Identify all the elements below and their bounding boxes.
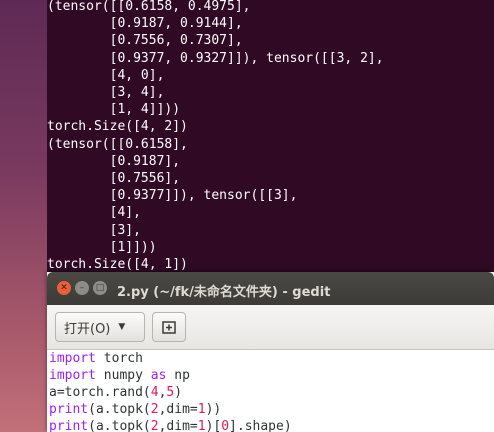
code-line: a=torch.rand(4,5): [49, 385, 182, 401]
terminal-line: (tensor([[0.6158, 0.4975],: [47, 0, 251, 14]
terminal-line: [4, 0],: [47, 67, 165, 83]
title-bar[interactable]: ✕ – □ 2.py (~/fk/未命名文件夹) - gedit: [47, 272, 494, 305]
code-token: import: [49, 351, 96, 366]
code-token: import: [49, 368, 96, 383]
code-token: a=torch.rand(: [49, 385, 151, 400]
code-editor[interactable]: import torch import numpy as np a=torch.ra…: [47, 350, 494, 432]
code-token: 2: [150, 402, 159, 417]
terminal-line: [0.7556],: [47, 171, 181, 186]
code-token: print: [49, 419, 89, 432]
terminal-line: [0.7556, 0.7307],: [47, 33, 243, 49]
code-token: 0: [221, 419, 230, 432]
terminal-line: [3],: [47, 222, 141, 238]
gedit-window: ✕ – □ 2.py (~/fk/未命名文件夹) - gedit 打开(O) ▼…: [47, 272, 494, 432]
terminal-line: [0.9187],: [47, 153, 181, 169]
code-token: 4: [150, 385, 159, 400]
code-token: 2: [150, 419, 159, 432]
code-token: 1: [197, 402, 206, 417]
code-token: torch: [95, 351, 143, 366]
desktop-wallpaper: [0, 0, 47, 432]
open-button-label: 打开(O): [64, 321, 111, 337]
terminal-line: [1, 4]])): [47, 102, 181, 118]
code-token: ,dim=: [158, 402, 198, 417]
terminal-line: [1]])): [47, 239, 157, 255]
code-token: )): [205, 402, 222, 417]
code-token: as: [150, 368, 167, 383]
toolbar: 打开(O) ▼: [47, 305, 494, 350]
terminal-line: torch.Size([4, 2]): [47, 119, 188, 135]
terminal-line: [0.9377]]), tensor([[3],: [47, 188, 298, 204]
code-token: numpy: [95, 368, 151, 383]
code-line: print(a.topk(2,dim=1)): [49, 402, 221, 418]
terminal-line: [3, 4],: [47, 85, 165, 100]
maximize-icon[interactable]: □: [93, 281, 107, 295]
terminal-line: [4],: [47, 205, 141, 221]
terminal-line: (tensor([[0.6158],: [47, 136, 188, 152]
code-token: ): [174, 385, 183, 400]
code-token: (a.topk(: [88, 402, 151, 417]
code-token: (a.topk(: [88, 419, 151, 432]
code-token: ,dim=: [158, 419, 198, 432]
code-line: import numpy as np: [49, 368, 190, 384]
new-document-button[interactable]: [152, 312, 186, 342]
terminal-line: [0.9377, 0.9327]]), tensor([[3, 2],: [47, 50, 384, 66]
terminal-line: [0.9187, 0.9144],: [47, 16, 243, 32]
code-token: ].shape): [229, 419, 292, 432]
chevron-down-icon: ▼: [118, 322, 126, 332]
code-line: import torch: [49, 351, 143, 367]
terminal-line: torch.Size([4, 1]): [47, 257, 188, 272]
minimize-icon[interactable]: –: [75, 281, 89, 295]
open-button[interactable]: 打开(O) ▼: [55, 312, 145, 342]
window-title: 2.py (~/fk/未命名文件夹) - gedit: [117, 285, 331, 300]
code-token: 1: [197, 419, 206, 432]
code-line: print(a.topk(2,dim=1)[0].shape): [49, 419, 292, 432]
code-token: )[: [205, 419, 222, 432]
code-token: np: [166, 368, 190, 383]
new-document-icon: [162, 321, 176, 334]
code-token: print: [49, 402, 89, 417]
close-icon[interactable]: ✕: [57, 281, 71, 295]
